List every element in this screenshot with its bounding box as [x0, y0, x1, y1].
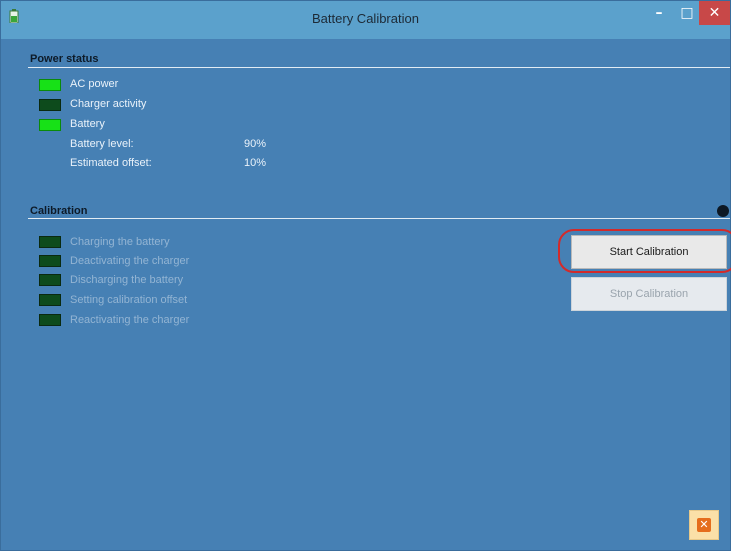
led-step-charging	[39, 236, 61, 248]
label-estimated-offset: Estimated offset:	[70, 157, 152, 169]
title-bar[interactable]: Battery Calibration – □ ✕	[1, 1, 730, 39]
step-offset-label: Setting calibration offset	[70, 294, 188, 306]
led-ac-power	[39, 79, 61, 91]
led-battery	[39, 119, 61, 131]
battery-calibration-window: Battery Calibration – □ ✕ Power status A…	[0, 0, 731, 551]
window-title: Battery Calibration	[312, 11, 419, 26]
value-estimated-offset: 10%	[244, 157, 267, 169]
section-divider	[28, 218, 730, 219]
calibration-heading: Calibration	[30, 205, 88, 217]
section-divider	[28, 67, 730, 68]
step-charging-label: Charging the battery	[70, 236, 170, 248]
led-step-reactivating	[39, 314, 61, 326]
start-calibration-button[interactable]: Start Calibration	[571, 235, 727, 269]
label-battery-level: Battery level:	[70, 138, 134, 150]
led-step-discharging	[39, 274, 61, 286]
label-charger-activity: Charger activity	[70, 98, 147, 110]
status-dot-icon	[717, 205, 729, 217]
stop-calibration-button[interactable]: Stop Calibration	[571, 277, 727, 311]
step-reactivating-label: Reactivating the charger	[70, 314, 190, 326]
label-battery: Battery	[70, 118, 105, 130]
close-app-button[interactable]: ✕	[689, 510, 719, 540]
value-battery-level: 90%	[244, 138, 267, 150]
maximize-icon[interactable]: □	[673, 1, 701, 25]
led-step-deactivating	[39, 255, 61, 267]
step-deactivating-label: Deactivating the charger	[70, 255, 190, 267]
power-status-heading: Power status	[30, 53, 99, 65]
minimize-icon[interactable]: –	[645, 1, 673, 25]
label-ac-power: AC power	[70, 78, 119, 90]
step-discharging-label: Discharging the battery	[70, 274, 184, 286]
led-step-offset	[39, 294, 61, 306]
close-app-icon: ✕	[697, 518, 711, 532]
close-icon[interactable]: ✕	[699, 1, 730, 25]
led-charger-activity	[39, 99, 61, 111]
